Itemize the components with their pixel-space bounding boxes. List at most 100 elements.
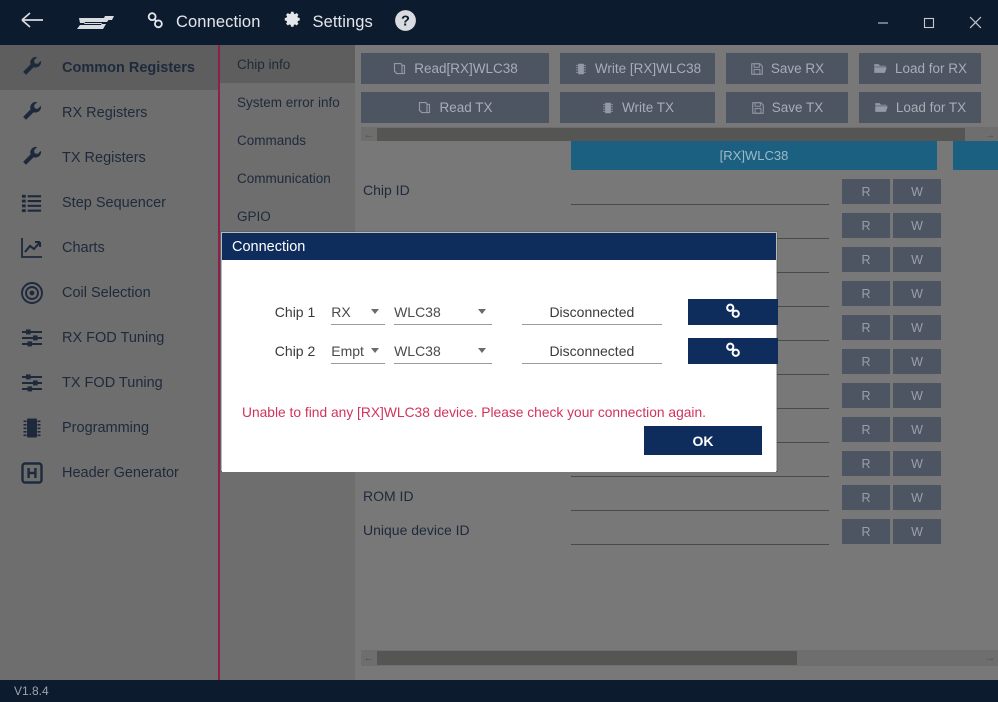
sidebar-item-tx-fod-tuning[interactable]: TX FOD Tuning — [0, 360, 218, 405]
tab-chip-info[interactable]: Chip info — [220, 45, 355, 83]
sidebar-item-rx-registers[interactable]: RX Registers — [0, 90, 218, 135]
register-write-button[interactable]: W — [893, 451, 941, 476]
scroll-thumb[interactable] — [377, 128, 965, 142]
register-write-button[interactable]: W — [893, 519, 941, 544]
register-write-button[interactable]: W — [893, 349, 941, 374]
column-header-secondary — [953, 141, 998, 170]
tab-system-error-info[interactable]: System error info — [220, 83, 355, 121]
connection-menu-button[interactable]: Connection — [134, 0, 270, 45]
register-write-button[interactable]: W — [893, 417, 941, 442]
arrow-left-small-icon[interactable]: ← — [361, 650, 377, 666]
chip1-device-select[interactable]: WLC38 — [394, 299, 492, 325]
connection-menu-label: Connection — [176, 13, 260, 32]
register-toolbar: Read[RX]WLC38 — [355, 45, 998, 123]
chip2-role-select[interactable]: Empt — [331, 338, 385, 364]
chip1-role-select[interactable]: RX — [331, 299, 385, 325]
register-read-button[interactable]: R — [842, 213, 890, 238]
register-write-button[interactable]: W — [893, 281, 941, 306]
wrench-icon — [20, 55, 54, 80]
back-button[interactable] — [0, 0, 62, 45]
arrow-left-icon — [20, 10, 46, 35]
write-tx-button[interactable]: Write TX — [560, 92, 715, 123]
register-read-button[interactable]: R — [842, 519, 890, 544]
sidebar: Common Registers RX Registers TX Registe… — [0, 45, 218, 680]
write-rx-button[interactable]: Write [RX]WLC38 — [560, 53, 715, 84]
sidebar-item-rx-fod-tuning[interactable]: RX FOD Tuning — [0, 315, 218, 360]
register-read-button[interactable]: R — [842, 451, 890, 476]
register-hscrollbar[interactable]: ← → — [361, 650, 998, 666]
sidebar-item-header-generator[interactable]: Header Generator — [0, 450, 218, 495]
register-write-button[interactable]: W — [893, 213, 941, 238]
chip2-device-select[interactable]: WLC38 — [394, 338, 492, 364]
sidebar-item-tx-registers[interactable]: TX Registers — [0, 135, 218, 180]
register-read-button[interactable]: R — [842, 485, 890, 510]
book-read-icon — [392, 61, 407, 76]
sidebar-item-charts[interactable]: Charts — [0, 225, 218, 270]
button-label: Write TX — [622, 100, 674, 115]
save-rx-button[interactable]: Save RX — [726, 53, 848, 84]
register-read-button[interactable]: R — [842, 281, 890, 306]
ok-button[interactable]: OK — [644, 426, 762, 455]
register-write-button[interactable]: W — [893, 247, 941, 272]
register-value-field[interactable] — [571, 485, 829, 511]
settings-menu-label: Settings — [312, 13, 372, 32]
column-header-rx-wlc38: [RX]WLC38 — [571, 141, 937, 170]
register-label: Chip ID — [363, 182, 410, 198]
register-read-button[interactable]: R — [842, 247, 890, 272]
folder-open-icon — [874, 100, 889, 115]
tab-communication[interactable]: Communication — [220, 159, 355, 197]
dialog-body: Chip 1 RX WLC38 Disconnected — [222, 260, 776, 472]
wrench-icon — [20, 100, 54, 125]
dialog-title: Connection — [222, 233, 776, 260]
sidebar-item-label: Common Registers — [62, 60, 195, 76]
sidebar-item-label: TX Registers — [62, 150, 146, 166]
register-write-button[interactable]: W — [893, 485, 941, 510]
sidebar-item-programming[interactable]: Programming — [0, 405, 218, 450]
sidebar-item-common-registers[interactable]: Common Registers — [0, 45, 218, 90]
save-tx-button[interactable]: Save TX — [726, 92, 848, 123]
close-button[interactable] — [952, 0, 998, 45]
connection-dialog: Connection Chip 1 RX WLC38 Disconnected — [221, 232, 777, 471]
register-write-button[interactable]: W — [893, 315, 941, 340]
register-label: Unique device ID — [363, 522, 470, 538]
register-label: ROM ID — [363, 488, 414, 504]
link-chain-icon — [144, 9, 167, 37]
register-value-field[interactable] — [571, 179, 829, 205]
floppy-save-icon — [751, 101, 765, 115]
chevron-down-icon — [478, 348, 486, 353]
chip2-device-value: WLC38 — [394, 343, 441, 359]
register-read-button[interactable]: R — [842, 179, 890, 204]
load-for-tx-button[interactable]: Load for TX — [859, 92, 981, 123]
maximize-button[interactable] — [906, 0, 952, 45]
settings-menu-button[interactable]: Settings — [270, 0, 382, 45]
scroll-thumb[interactable] — [377, 651, 797, 665]
register-read-button[interactable]: R — [842, 349, 890, 374]
chart-line-icon — [20, 236, 54, 260]
register-read-button[interactable]: R — [842, 315, 890, 340]
register-value-field[interactable] — [571, 519, 829, 545]
read-rx-button[interactable]: Read[RX]WLC38 — [361, 53, 549, 84]
tab-gpio[interactable]: GPIO — [220, 197, 355, 235]
register-read-button[interactable]: R — [842, 383, 890, 408]
load-for-rx-button[interactable]: Load for RX — [859, 53, 981, 84]
sidebar-item-label: RX Registers — [62, 105, 147, 121]
version-label: V1.8.4 — [14, 684, 49, 698]
register-read-button[interactable]: R — [842, 417, 890, 442]
arrow-right-small-icon[interactable]: → — [982, 650, 998, 666]
chip1-role-value: RX — [331, 304, 350, 320]
sidebar-item-step-sequencer[interactable]: Step Sequencer — [0, 180, 218, 225]
minimize-button[interactable] — [860, 0, 906, 45]
h-square-icon — [20, 461, 54, 485]
scroll-track[interactable] — [377, 650, 982, 666]
chip2-status: Disconnected — [522, 338, 661, 364]
sidebar-item-coil-selection[interactable]: Coil Selection — [0, 270, 218, 315]
chip2-label: Chip 2 — [222, 343, 331, 359]
chip2-connect-button[interactable] — [688, 338, 778, 364]
chip1-connect-button[interactable] — [688, 299, 778, 325]
register-write-button[interactable]: W — [893, 383, 941, 408]
help-button[interactable]: ? — [383, 0, 428, 45]
register-write-button[interactable]: W — [893, 179, 941, 204]
button-label: Save RX — [771, 61, 824, 76]
tab-commands[interactable]: Commands — [220, 121, 355, 159]
read-tx-button[interactable]: Read TX — [361, 92, 549, 123]
